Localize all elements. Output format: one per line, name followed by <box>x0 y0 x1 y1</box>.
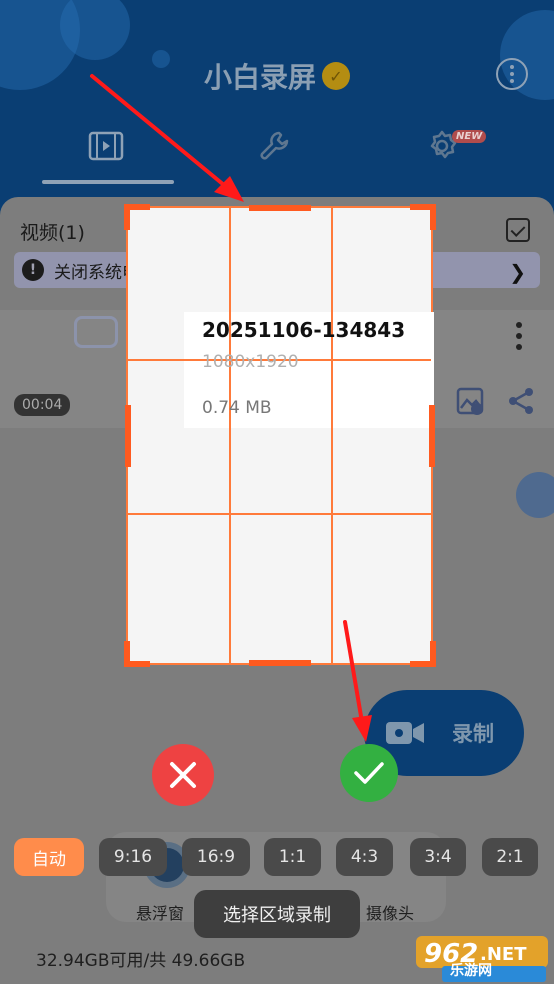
share-icon[interactable] <box>506 386 536 416</box>
watermark-text: 乐游网 <box>450 963 492 979</box>
crop-grid-line <box>229 208 231 663</box>
video-more-button[interactable] <box>516 322 522 350</box>
app-title-text: 小白录屏 <box>203 61 316 94</box>
video-duration: 00:04 <box>14 394 71 416</box>
tab-tools[interactable] <box>254 128 294 164</box>
warning-icon: ! <box>22 259 44 281</box>
video-library-icon <box>88 131 124 161</box>
select-all-checkbox[interactable] <box>506 218 530 242</box>
record-button-label: 录制 <box>452 722 494 746</box>
active-tab-indicator <box>42 180 174 184</box>
video-camera-icon <box>386 722 424 744</box>
crop-left-handle[interactable] <box>125 405 131 467</box>
close-icon <box>170 762 196 788</box>
ratio-9-16[interactable]: 9:16 <box>99 838 167 876</box>
cancel-crop-button[interactable] <box>152 744 214 806</box>
confirm-crop-button[interactable] <box>340 744 398 802</box>
floating-camera-icon[interactable] <box>516 472 554 518</box>
crop-corner-handle[interactable] <box>124 641 130 667</box>
more-options-button[interactable] <box>496 58 528 90</box>
floating-window-label[interactable]: 悬浮窗 <box>136 900 184 924</box>
crop-right-handle[interactable] <box>429 405 435 467</box>
videos-section-title: 视频(1) <box>20 222 85 244</box>
crop-region[interactable] <box>126 206 434 665</box>
new-badge: NEW <box>452 130 487 143</box>
ratio-3-4[interactable]: 3:4 <box>410 838 466 876</box>
video-file-name: 20251106-134843 <box>202 318 406 342</box>
verified-badge-icon: ✓ <box>322 62 350 90</box>
crop-bottom-handle[interactable] <box>249 660 311 666</box>
crop-top-handle[interactable] <box>249 205 311 211</box>
video-file-size: 0.74 MB <box>202 398 272 418</box>
ratio-4-3[interactable]: 4:3 <box>336 838 393 876</box>
ratio-2-1[interactable]: 2:1 <box>482 838 538 876</box>
tab-videos[interactable] <box>86 128 126 164</box>
chevron-right-icon: ❯ <box>509 260 526 284</box>
crop-corner-handle[interactable] <box>124 204 130 230</box>
aspect-ratio-selector: 自动 9:16 16:9 1:1 4:3 3:4 2:1 <box>14 838 544 876</box>
image-icon[interactable] <box>456 386 486 416</box>
app-header: 小白录屏 ✓ NEW <box>0 0 554 220</box>
select-region-toast: 选择区域录制 <box>194 890 360 938</box>
app-title: 小白录屏 ✓ <box>0 56 554 96</box>
crop-corner-handle[interactable] <box>430 641 436 667</box>
video-thumbnail-icon <box>74 316 118 348</box>
crop-grid-line <box>331 208 333 663</box>
video-resolution: 1080x1920 <box>202 352 299 372</box>
storage-info: 32.94GB可用/共 49.66GB <box>36 951 246 971</box>
crop-grid-line <box>128 513 431 515</box>
crop-corner-handle[interactable] <box>430 204 436 230</box>
check-icon <box>354 762 384 784</box>
ratio-16-9[interactable]: 16:9 <box>182 838 250 876</box>
ratio-1-1[interactable]: 1:1 <box>264 838 321 876</box>
camera-label[interactable]: 摄像头 <box>366 900 414 924</box>
ratio-auto[interactable]: 自动 <box>14 838 84 876</box>
wrench-icon <box>260 131 289 160</box>
